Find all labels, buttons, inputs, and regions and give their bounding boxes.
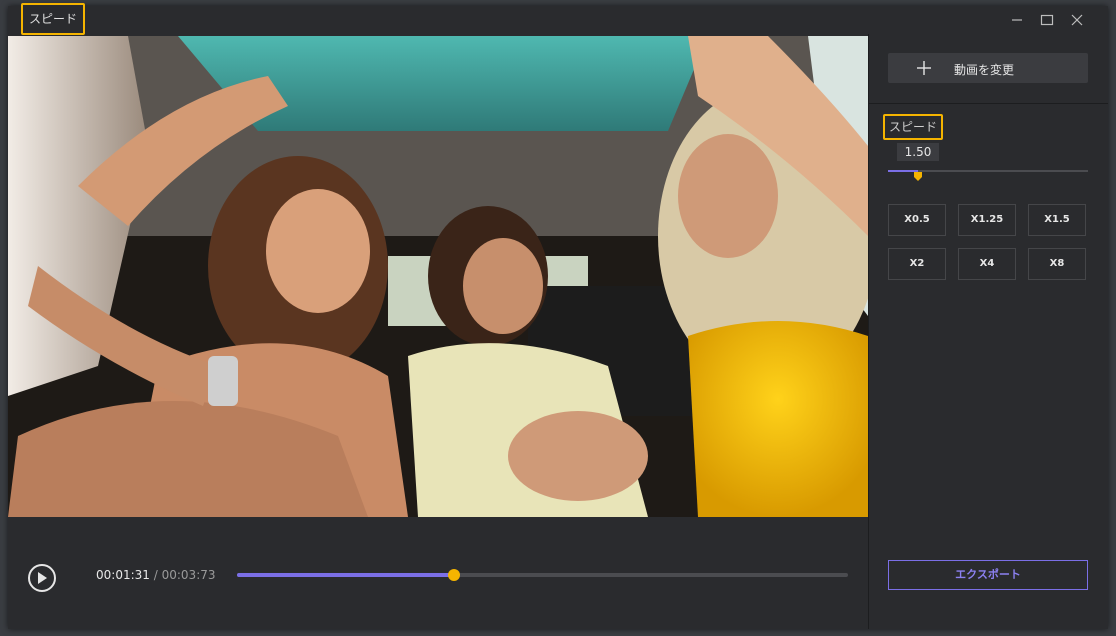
preset-x8-button[interactable]: X8 [1028, 248, 1086, 280]
seek-bar-progress [237, 573, 454, 577]
close-icon[interactable] [1066, 10, 1088, 30]
speed-value: 1.50 [897, 143, 939, 161]
preset-x1-25-button[interactable]: X1.25 [958, 204, 1016, 236]
plus-icon [917, 61, 931, 75]
seek-bar[interactable] [237, 569, 848, 581]
preset-x4-button[interactable]: X4 [958, 248, 1016, 280]
speed-slider[interactable] [888, 170, 1088, 181]
change-video-label: 動画を変更 [954, 63, 1015, 77]
playback-controls: 00:01:31 / 00:03:73 [8, 520, 868, 629]
speed-label: スピード [883, 114, 944, 140]
current-time: 00:01:31 [96, 568, 150, 582]
speed-panel: 動画を変更 スピード 1.50 X0.5 X1.25 X1.5 X2 X4 X8… [869, 34, 1108, 629]
time-separator: / [153, 568, 158, 582]
title-bar: スピード [8, 3, 1108, 35]
seek-bar-thumb[interactable] [447, 569, 460, 581]
video-preview[interactable] [8, 36, 868, 517]
app-window: スピード 00:01:31 / 00:03:73 動画を変更 スピード 1.50… [8, 3, 1108, 629]
maximize-icon[interactable] [1036, 10, 1058, 30]
preset-x0-5-button[interactable]: X0.5 [888, 204, 946, 236]
time-display: 00:01:31 / 00:03:73 [96, 568, 216, 582]
minimize-icon[interactable] [1006, 10, 1028, 30]
preset-x1-5-button[interactable]: X1.5 [1028, 204, 1086, 236]
window-title: スピード [21, 3, 86, 35]
play-icon[interactable] [28, 564, 56, 592]
export-button[interactable]: エクスポート [888, 560, 1088, 590]
preset-x2-button[interactable]: X2 [888, 248, 946, 280]
change-video-button[interactable]: 動画を変更 [888, 53, 1088, 83]
panel-separator [869, 103, 1108, 104]
video-frame [8, 36, 868, 517]
total-time: 00:03:73 [161, 568, 216, 582]
